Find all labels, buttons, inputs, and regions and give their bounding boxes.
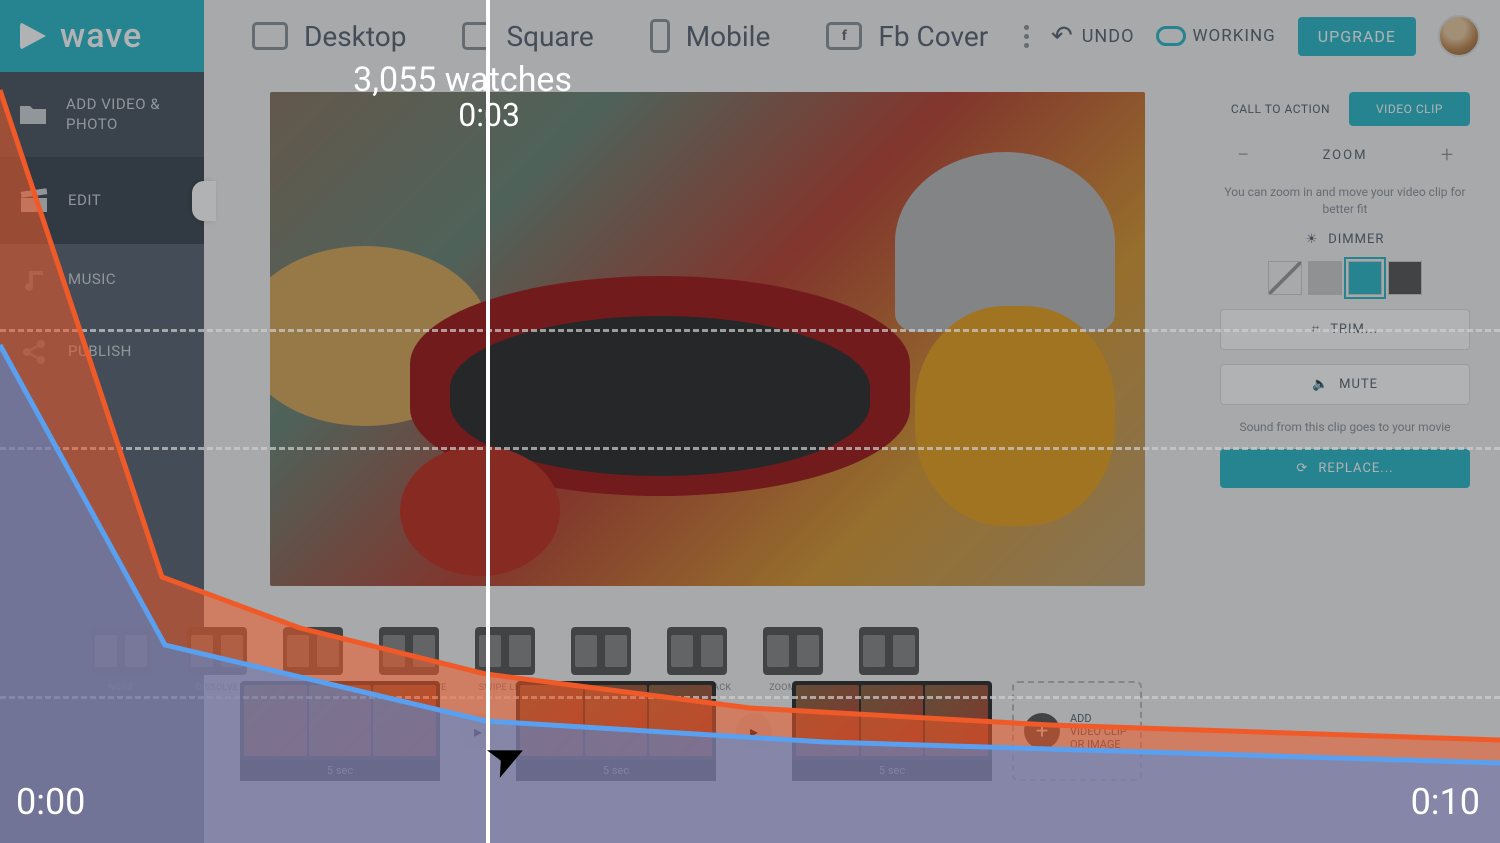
topbar: Desktop Square Mobile f Fb Cover ↶ UNDO [204,0,1500,72]
crop-icon: ⌗ [1312,322,1320,337]
brand-name: wave [60,16,142,56]
drag-handle-icon[interactable] [192,181,216,221]
undo-button[interactable]: ↶ UNDO [1051,21,1135,51]
upgrade-button[interactable]: UPGRADE [1298,17,1416,56]
sidebar-add-label: ADD VIDEO & PHOTO [66,94,186,135]
zoom-in-button[interactable]: + [1432,140,1462,170]
sidebar-edit-label: EDIT [68,190,101,210]
dimmer-light[interactable] [1308,261,1342,295]
transition-slot-2[interactable]: ▸ [736,713,772,749]
facebook-icon: f [826,22,862,50]
dimmer-label: DIMMER [1328,232,1384,247]
sidebar: wave ADD VIDEO & PHOTO EDIT MUSIC PUB [0,0,204,843]
transition-slot-1[interactable]: ▸ [460,713,496,749]
share-icon [18,338,50,366]
sidebar-item-add[interactable]: ADD VIDEO & PHOTO [0,72,204,158]
dimmer-none[interactable] [1268,261,1302,295]
timeline: NONE DISSOLVE ENTRANCE CROSS-DISSOLVE SW… [204,663,1500,843]
sound-help: Sound from this clip goes to your movie [1220,419,1470,436]
video-canvas[interactable] [270,92,1145,586]
folder-icon [18,100,48,128]
format-fbcover[interactable]: f Fb Cover [798,0,1016,72]
music-icon [18,266,50,294]
dimmer-dark[interactable] [1388,261,1422,295]
tab-video-clip[interactable]: VIDEO CLIP [1349,92,1470,126]
format-mobile[interactable]: Mobile [622,0,799,72]
zoom-label: ZOOM [1323,148,1368,163]
mobile-icon [650,19,670,53]
sidebar-item-publish[interactable]: PUBLISH [0,316,204,388]
brightness-icon: ☀ [1306,232,1319,247]
add-clip-button[interactable]: + ADDVIDEO CLIPOR IMAGE [1012,681,1142,781]
sidebar-item-music[interactable]: MUSIC [0,244,204,316]
format-desktop[interactable]: Desktop [224,0,434,72]
clip-3[interactable]: 5 sec [792,681,992,781]
dimmer-teal[interactable] [1348,261,1382,295]
sidebar-publish-label: PUBLISH [68,341,132,361]
more-menu-icon[interactable] [1024,25,1029,48]
clip-1[interactable]: 5 sec [240,681,440,781]
square-icon [462,22,490,50]
clapper-icon [18,187,50,215]
zoom-out-button[interactable]: − [1228,140,1258,170]
dimmer-swatches [1220,261,1470,295]
desktop-icon [252,22,288,50]
mute-button[interactable]: 🔈 MUTE [1220,364,1470,405]
trim-button[interactable]: ⌗ TRIM... [1220,309,1470,350]
refresh-icon: ⟳ [1296,461,1308,476]
play-icon [20,22,46,50]
main: Desktop Square Mobile f Fb Cover ↶ UNDO [204,0,1500,843]
undo-arrow-icon: ↶ [1051,21,1074,51]
tab-cta[interactable]: CALL TO ACTION [1220,92,1341,126]
clip-2[interactable]: 5 sec [516,681,716,781]
speaker-icon: 🔈 [1312,377,1329,392]
avatar[interactable] [1438,15,1480,57]
format-square[interactable]: Square [434,0,621,72]
properties-panel: CALL TO ACTION VIDEO CLIP − ZOOM + You c… [1210,92,1480,643]
sync-status: WORKING [1156,26,1275,46]
cloud-icon [1156,26,1186,46]
plus-icon: + [1024,713,1060,749]
replace-button[interactable]: ⟳ REPLACE... [1220,449,1470,488]
logo[interactable]: wave [0,0,204,72]
sidebar-item-edit[interactable]: EDIT [0,158,204,244]
zoom-help: You can zoom in and move your video clip… [1220,184,1470,218]
sidebar-music-label: MUSIC [68,269,116,289]
